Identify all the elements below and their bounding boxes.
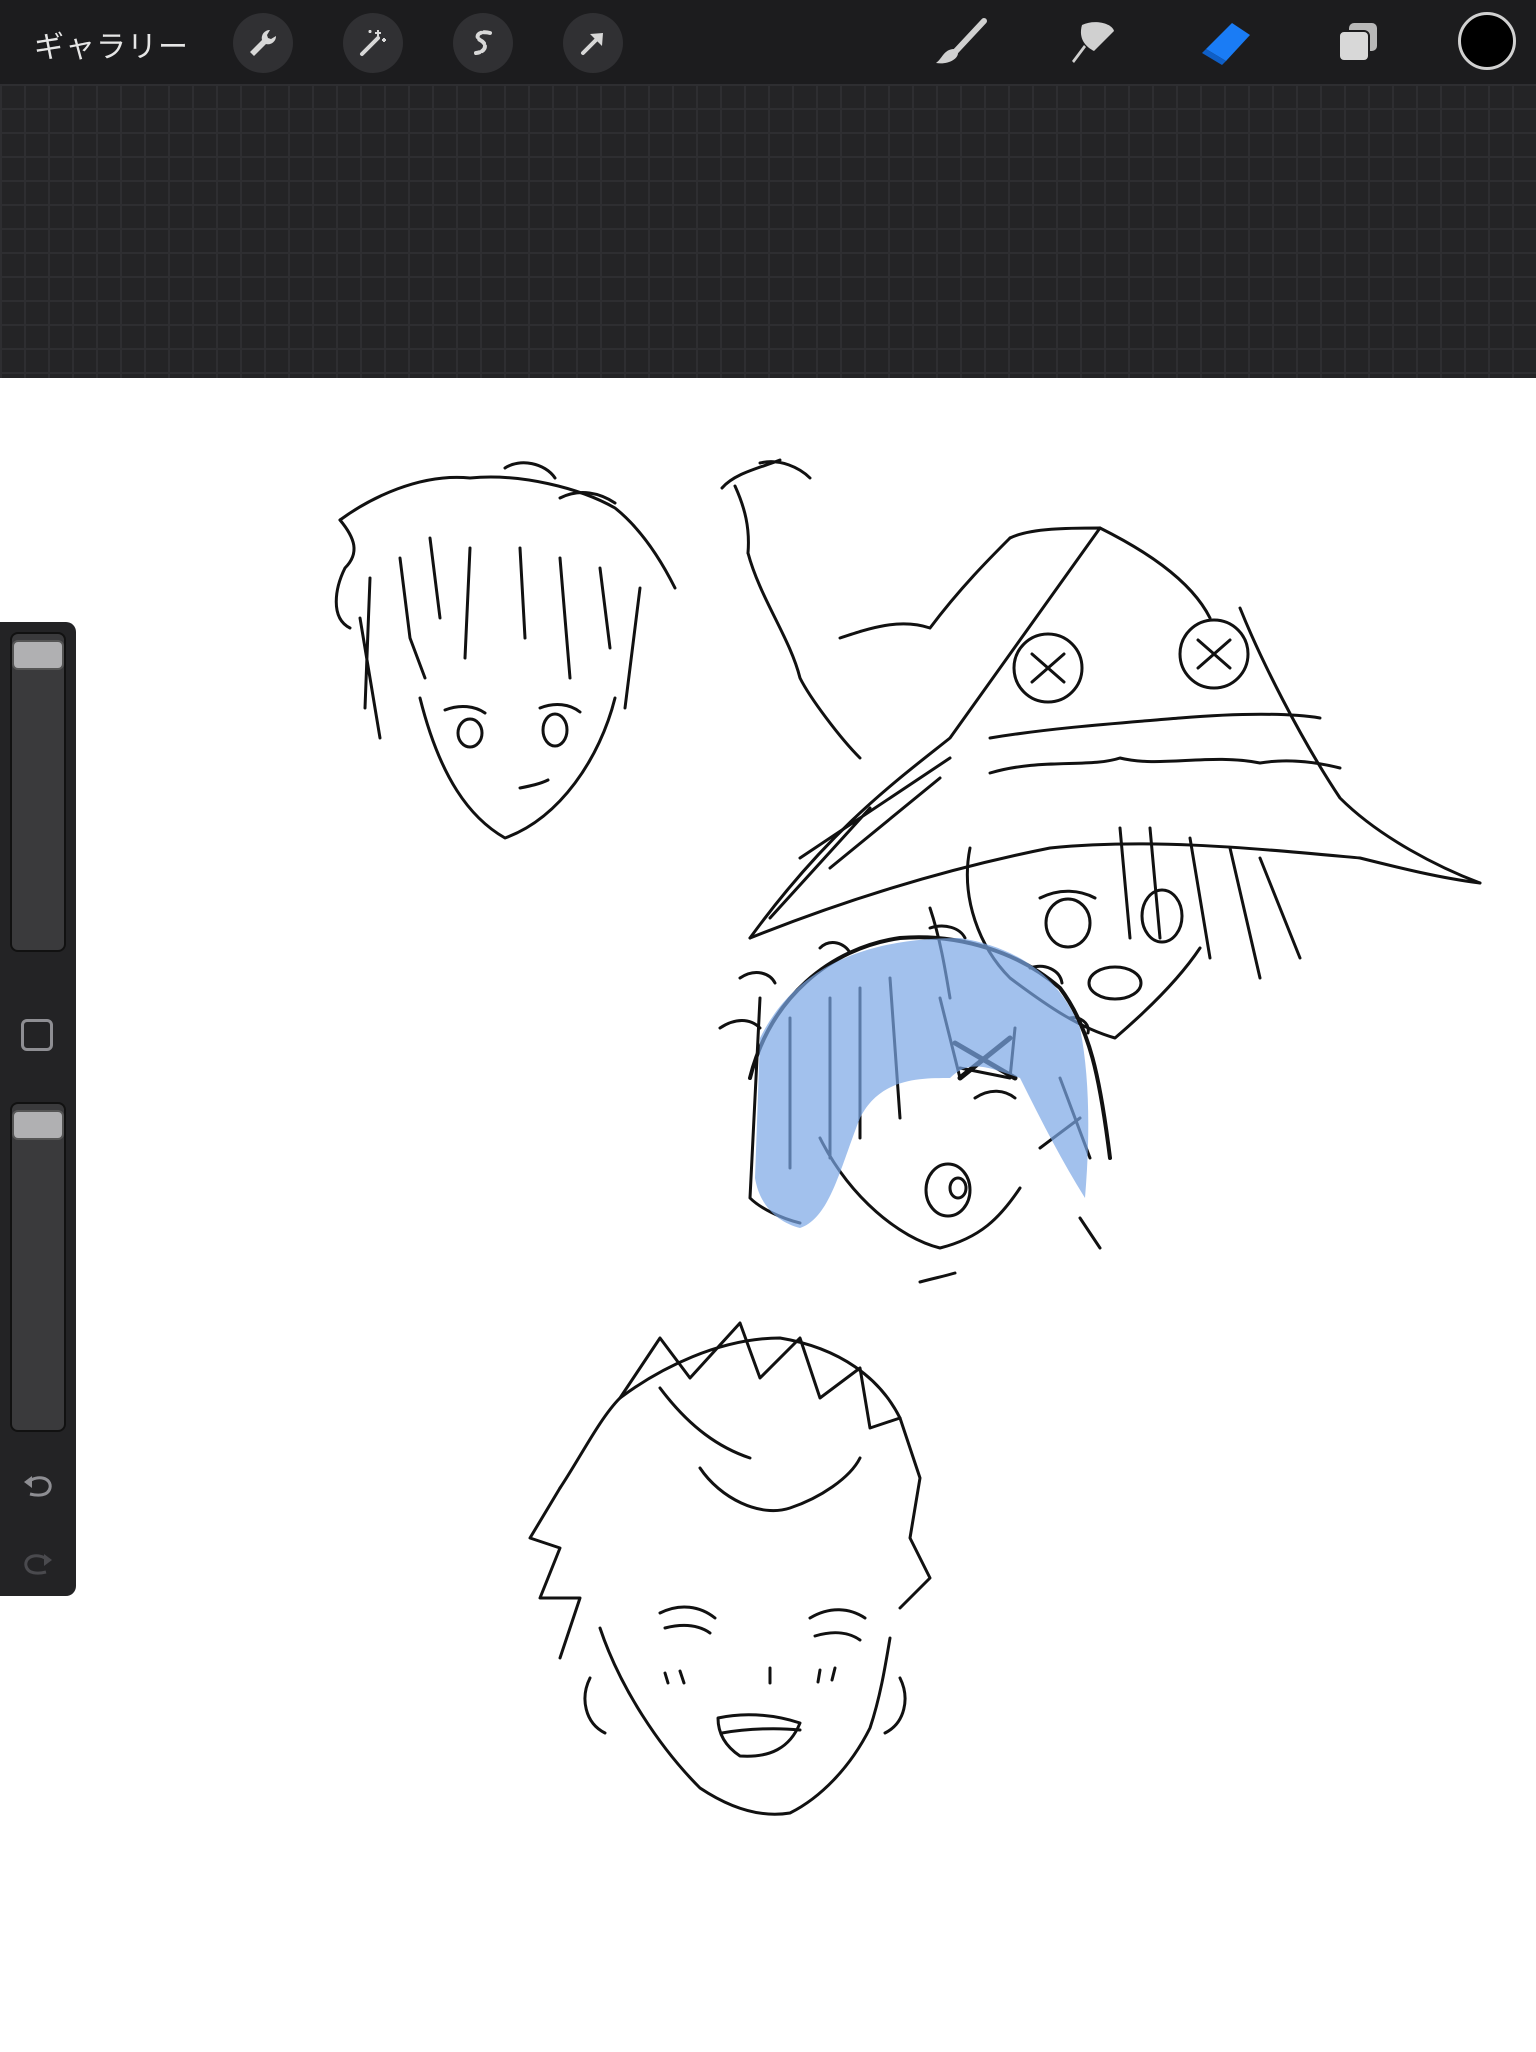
smudge-icon[interactable] [1062,14,1122,70]
square-icon[interactable] [21,1019,53,1051]
sketch-artwork [334,458,1482,1816]
sketch-head-4 [528,1321,932,1816]
wrench-icon[interactable] [233,13,293,73]
brush-size-slider[interactable] [10,632,66,952]
selection-s-icon[interactable] [453,13,513,73]
undo-icon[interactable] [18,1466,58,1506]
drawing-canvas[interactable] [0,378,1536,2048]
eraser-icon[interactable] [1196,14,1256,70]
brush-size-thumb[interactable] [12,640,64,670]
gallery-button[interactable]: ギャラリー [34,22,189,66]
arrow-cursor-icon[interactable] [563,13,623,73]
opacity-slider[interactable] [10,1102,66,1432]
opacity-thumb[interactable] [12,1110,64,1140]
redo-icon[interactable] [18,1544,58,1584]
layers-icon[interactable] [1328,14,1388,70]
brush-icon[interactable] [930,14,990,70]
left-sidebar [0,622,76,1596]
sketch-witch-hat [720,458,1482,940]
workspace-background [0,84,1536,378]
sketch-head-1 [334,461,677,840]
color-picker-button[interactable] [1458,12,1516,70]
top-toolbar: ギャラリー [0,0,1536,84]
magic-wand-icon[interactable] [343,13,403,73]
